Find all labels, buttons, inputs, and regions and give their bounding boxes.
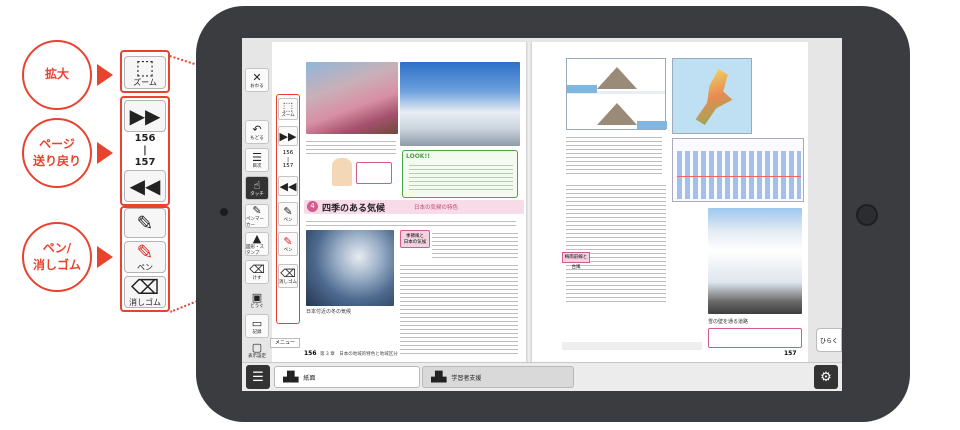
- overlay-eraser-button[interactable]: ⌫ 消しゴム: [278, 264, 298, 288]
- arrow-pen-icon: [97, 246, 113, 268]
- callout-pen-eraser: ペン/ 消しゴム: [22, 222, 92, 292]
- seasonal-wind-label: 季節風と 日本の気候: [400, 230, 430, 248]
- climate-graphs: [672, 138, 804, 202]
- fast-forward-icon: ▶▶: [279, 129, 297, 143]
- camera-icon: [220, 208, 228, 216]
- rainy-season-label: 梅雨前線と台風: [562, 252, 590, 270]
- promo-screenshot: 拡大 ⬚ ズーム ページ 送り戻り ▶▶ 156 | 157 ◀◀ ペン/ 消し…: [0, 0, 960, 430]
- tablet-screen: LOOK!! 4 四季のある気候 日本の気候の特色 日本付近の冬の気候 季節風と…: [242, 38, 842, 391]
- eraser-button[interactable]: ⌫ 消しゴム: [124, 276, 166, 308]
- photo-snow-monsters: [400, 62, 520, 146]
- erase-icon: ⌫: [249, 262, 265, 276]
- tools-button[interactable]: ▣ どうぐ: [245, 288, 269, 312]
- arrow-page-icon: [97, 142, 113, 164]
- page-indicator: 156 | 157: [134, 133, 156, 168]
- gear-icon: ⚙: [820, 369, 832, 385]
- list-icon: ☰: [252, 150, 262, 164]
- photo-snow-wall: [708, 208, 802, 314]
- bottom-bar: ☰ ▟▙ 紙面 ▟▙ 学習者支援 ⚙: [242, 362, 842, 391]
- callout-zoom: 拡大: [22, 40, 92, 110]
- index-button[interactable]: ☰ 目次: [245, 148, 269, 172]
- close-icon: ✕: [252, 70, 262, 84]
- overlay-pen-black-button[interactable]: ✎ ペン: [278, 202, 298, 226]
- record-icon: ▭: [251, 316, 263, 330]
- overlay-pen-red-button[interactable]: ✎ ペン: [278, 232, 298, 256]
- stamp-button[interactable]: ▲ 図形・スタンプ: [245, 232, 269, 256]
- tab-textbook[interactable]: ▟▙ 紙面: [274, 366, 420, 388]
- back-button[interactable]: ↶ もどる: [245, 120, 269, 144]
- section-header: 4 四季のある気候 日本の気候の特色: [304, 200, 524, 214]
- textbook-page-left: LOOK!! 4 四季のある気候 日本の気候の特色 日本付近の冬の気候 季節風と…: [272, 42, 526, 362]
- erase-button[interactable]: ⌫ けす: [245, 260, 269, 284]
- open-button[interactable]: ひらく: [816, 328, 842, 352]
- hamburger-icon: ☰: [252, 369, 264, 385]
- look-box: LOOK!!: [402, 150, 518, 198]
- pen-red-button[interactable]: ✎ ペン: [124, 241, 166, 273]
- eraser-icon: ⌫: [280, 266, 296, 280]
- pen-icon: ✎: [283, 204, 293, 218]
- pen-marker-button[interactable]: ✎ ペンマーカー: [245, 204, 269, 228]
- character-illustration: [332, 158, 352, 186]
- rewind-icon: ◀◀: [279, 179, 297, 193]
- home-button[interactable]: [856, 204, 878, 226]
- hamburger-menu-button[interactable]: ☰: [246, 365, 270, 389]
- climate-cross-section-diagram: [566, 58, 667, 130]
- textbook-page-right: 梅雨前線と台風 雪の壁を通る道路 157: [532, 42, 808, 362]
- stamp-icon: ▲: [252, 231, 262, 245]
- hand-icon: ☝: [253, 178, 261, 192]
- pen-icon: ✎: [136, 211, 154, 235]
- photo-plum-trees: [306, 62, 398, 134]
- record-button[interactable]: ▭ 記録: [245, 314, 269, 338]
- page-back-button[interactable]: ◀◀: [124, 170, 166, 202]
- eraser-icon: ⌫: [130, 274, 160, 299]
- display-settings-button[interactable]: ▢ 表示設定: [245, 338, 269, 362]
- magnifier-icon: ⬚: [135, 55, 155, 79]
- close-button[interactable]: ✕ おわる: [245, 68, 269, 92]
- zoom-button[interactable]: ⬚ ズーム: [124, 56, 166, 89]
- book-support-icon: ▟▙: [431, 371, 447, 383]
- question-box: [708, 328, 802, 348]
- pen-red-icon: ✎: [136, 239, 154, 264]
- tab-learner-support[interactable]: ▟▙ 学習者支援: [422, 366, 574, 388]
- menu-label: メニュー: [270, 338, 300, 348]
- back-arrow-icon: ↶: [252, 122, 262, 136]
- caption-lines: [306, 138, 396, 156]
- overlay-next-button[interactable]: ▶▶: [278, 126, 298, 146]
- pen-red-icon: ✎: [283, 234, 293, 248]
- overlay-zoom-button[interactable]: ⬚ ズーム: [278, 98, 298, 120]
- callout-page-nav: ページ 送り戻り: [22, 118, 92, 188]
- touch-button[interactable]: ☝ タッチ: [245, 176, 269, 200]
- monitor-icon: ▢: [251, 340, 263, 354]
- book-icon: ▟▙: [283, 371, 299, 383]
- toolbox-icon: ▣: [251, 290, 263, 304]
- satellite-image: [306, 230, 394, 306]
- pen-black-button[interactable]: ✎: [124, 208, 166, 238]
- page-forward-button[interactable]: ▶▶: [124, 100, 166, 132]
- overlay-page-indicator: 156 | 157: [282, 150, 294, 170]
- arrow-zoom-icon: [97, 64, 113, 86]
- settings-button[interactable]: ⚙: [814, 365, 838, 389]
- japan-climate-map: [672, 58, 752, 134]
- overlay-prev-button[interactable]: ◀◀: [278, 176, 298, 196]
- speech-bubble: [356, 162, 392, 184]
- magnifier-icon: ⬚: [282, 99, 294, 113]
- fast-forward-icon: ▶▶: [129, 104, 161, 128]
- rewind-icon: ◀◀: [129, 174, 161, 198]
- pen-marker-icon: ✎: [252, 203, 262, 217]
